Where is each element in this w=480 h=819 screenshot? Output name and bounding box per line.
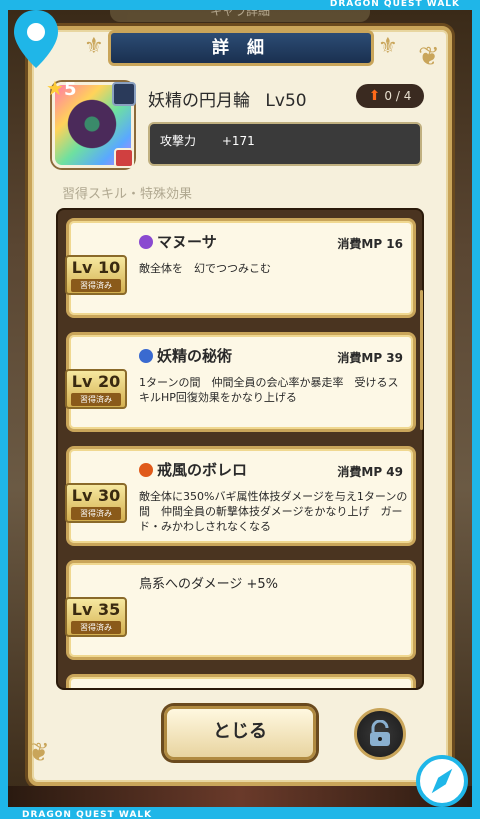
stat-label: 攻撃力 <box>160 134 197 148</box>
level-tag: Lv 35 習得済み <box>65 597 127 637</box>
item-level: Lv50 <box>265 91 307 111</box>
compass-icon[interactable] <box>416 755 468 807</box>
skill-list[interactable]: Lv 10 習得済み マヌーサ 消費MP 16 敵全体を 幻でつつみこむ Lv … <box>56 208 424 690</box>
skill-orb-icon <box>139 462 153 477</box>
skill-card[interactable]: Lv 10 習得済み マヌーサ 消費MP 16 敵全体を 幻でつつみこむ <box>65 218 416 318</box>
mp-cost: 消費MP 49 <box>337 465 403 479</box>
corner-ornament-icon: ❦ <box>418 42 440 72</box>
skill-name-text: マヌーサ <box>157 233 217 251</box>
skill-orb-icon <box>139 348 153 363</box>
learned-label: 習得済み <box>71 507 121 520</box>
mp-cost: 消費MP 39 <box>337 351 403 365</box>
item-name: 妖精の円月輪 <box>148 91 250 111</box>
close-button[interactable]: とじる <box>164 706 316 760</box>
skill-description: 1ターンの間 仲間全員の会心率か暴走率 受けるスキルHP回復効果をかなり上げる <box>139 376 399 404</box>
rarity-badge: ★5 <box>46 76 86 104</box>
weapon-type-icon <box>114 148 134 168</box>
skill-description: 敵全体を 幻でつつみこむ <box>139 262 271 275</box>
brand-label-top: DRAGON QUEST WALK <box>329 0 460 9</box>
skill-card[interactable]: Lv 35 習得済み 鳥系へのダメージ +5% <box>65 560 416 660</box>
level-tag: Lv 20 習得済み <box>65 369 127 409</box>
section-label: 習得スキル・特殊効果 <box>62 187 193 202</box>
skill-name-text: 妖精の秘術 <box>157 347 233 365</box>
level-tag-text: Lv 30 <box>71 486 121 505</box>
upgrade-count: 0 / 4 <box>384 89 412 103</box>
learned-label: 習得済み <box>71 621 121 634</box>
learned-label: 習得済み <box>71 393 121 406</box>
skill-name: 妖精の秘術 <box>139 345 232 366</box>
page-title: 詳 細 <box>108 30 374 66</box>
fleur-icon: ⚜ <box>84 34 104 59</box>
stat-value: +171 <box>221 134 255 148</box>
skill-card[interactable]: Lv 20 習得済み 妖精の秘術 消費MP 39 1ターンの間 仲間全員の会心率… <box>65 332 416 432</box>
level-tag: Lv 30 習得済み <box>65 483 127 523</box>
skill-card-partial[interactable] <box>66 674 416 688</box>
skill-name: 鳥系へのダメージ +5% <box>139 573 278 592</box>
star-icon: ★ <box>46 76 64 100</box>
brand-label-bottom: DRAGON QUEST WALK <box>22 810 153 819</box>
level-tag-text: Lv 35 <box>71 600 121 619</box>
corner-ornament-icon: ❦ <box>28 738 50 768</box>
bottom-strip <box>8 786 472 808</box>
character-mini-icon <box>112 82 136 106</box>
skill-description: 敵全体に350%バギ属性体技ダメージを与え1ターンの間 仲間全員の斬撃体技ダメー… <box>139 490 408 533</box>
unlock-icon <box>370 720 390 746</box>
map-pin-icon[interactable] <box>10 8 62 70</box>
level-tag: Lv 10 習得済み <box>65 255 127 295</box>
arrow-up-icon: ⬆ <box>368 88 381 104</box>
item-name-row: 妖精の円月輪 Lv50 <box>148 86 307 111</box>
skill-name: マヌーサ <box>139 231 217 252</box>
rarity-value: 5 <box>63 79 77 100</box>
mp-cost: 消費MP 16 <box>337 237 403 251</box>
fleur-icon: ⚜ <box>378 34 398 59</box>
skill-name: 戒風のボレロ <box>139 459 247 480</box>
skill-name-text: 鳥系へのダメージ +5% <box>139 577 278 592</box>
skill-card[interactable]: Lv 30 習得済み 戒風のボレロ 消費MP 49 敵全体に350%バギ属性体技… <box>65 446 416 546</box>
level-tag-text: Lv 20 <box>71 372 121 391</box>
scrollbar[interactable] <box>420 290 423 430</box>
level-tag-text: Lv 10 <box>71 258 121 277</box>
item-art <box>64 96 120 152</box>
upgrade-badge: ⬆ 0 / 4 <box>356 84 424 108</box>
skill-orb-icon <box>139 234 153 249</box>
lock-button[interactable] <box>354 708 406 760</box>
stat-box: 攻撃力 +171 <box>148 122 422 166</box>
skill-name-text: 戒風のボレロ <box>157 461 248 479</box>
learned-label: 習得済み <box>71 279 121 292</box>
